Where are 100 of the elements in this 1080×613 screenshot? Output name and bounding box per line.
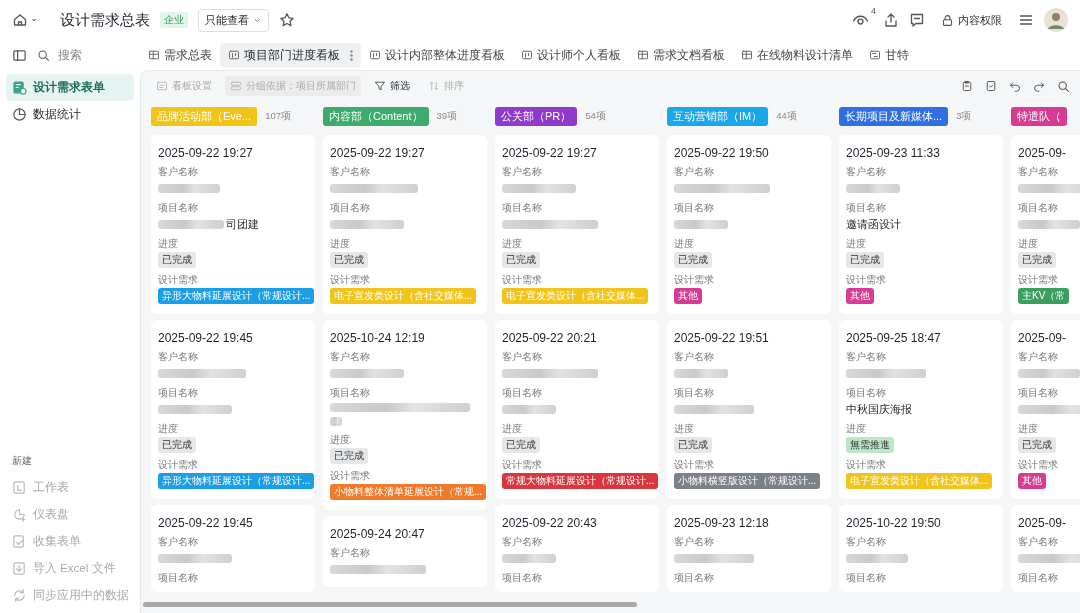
view-tab[interactable]: 项目部门进度看板 [220,43,361,67]
status-tag: 其他 [1018,473,1046,489]
timestamp: 2025-10-22 19:50 [846,515,942,532]
record-card[interactable]: 2025-09-24 20:47 客户名称 [323,516,487,587]
record-card[interactable]: 2025-09- 客户名称 项目名称 进度 已完成 设计需求 主KV（常 [1011,135,1080,314]
toolbar-button[interactable]: 筛选 [369,76,415,96]
record-card[interactable]: 2025-09-22 19:45 客户名称 项目名称 [151,505,315,592]
field-label: 进度 [502,422,523,435]
blurred-text [846,553,908,563]
status-tag: 已完成 [674,437,712,453]
document-title: 设计需求总表 [60,10,150,30]
record-card[interactable]: 2025-10-22 19:50 客户名称 项目名称 [839,505,1003,592]
status-tag: 已完成 [158,252,196,268]
status-tag: 常规大物料延展设计（常规设计... [502,473,659,489]
record-card[interactable]: 2025-09-22 19:27 客户名称 项目名称 进度 已完成 设计需求 电子宣发类设计（含社交媒体... [495,135,659,314]
sidebar-item[interactable]: 设计需求表单 [6,74,134,101]
permission-button[interactable]: 内容权限 [935,12,1008,28]
more-icon[interactable] [350,49,353,61]
star-icon [279,12,295,28]
field-label: 客户名称 [846,350,887,363]
blurred-text [158,219,224,229]
document-icon [985,80,997,92]
view-tab[interactable]: 在线物料设计清单 [733,43,861,67]
field-label: 进度 [158,422,179,435]
grid-icon [637,49,649,61]
timestamp: 2025-09-23 11:33 [846,145,941,162]
menu-icon [1018,12,1034,28]
sync-icon [12,588,27,603]
view-tab[interactable]: 需求总表 [140,43,220,67]
field-value: 邀请函设计 [846,216,901,232]
view-tab[interactable]: 设计师个人看板 [513,43,629,67]
field-label: 设计需求 [502,273,543,286]
field-label: 进度 [674,237,695,250]
field-label: 项目名称 [1018,386,1059,399]
status-tag: 电子宣发类设计（含社交媒体... [502,288,649,304]
field-label: 客户名称 [158,535,199,548]
sidebar-item[interactable]: 数据统计 [6,101,134,128]
field-label: 进度 [502,237,523,250]
field-label: 客户名称 [158,165,199,178]
record-card[interactable]: 2025-09-22 19:27 客户名称 项目名称 进度 已完成 设计需求 电子宣发类设计（含社交媒体... [323,135,487,314]
field-value: 司团建 [226,216,259,232]
field-label: 项目名称 [502,386,543,399]
search-field[interactable]: 搜索 [56,47,120,63]
field-label: 客户名称 [846,535,887,548]
status-tag: 已完成 [674,252,712,268]
field-label: 项目名称 [1018,201,1059,214]
field-label: 项目名称 [674,201,715,214]
record-card[interactable]: 2025-09- 客户名称 项目名称 [1011,505,1080,592]
record-card[interactable]: 2025-09-22 20:43 客户名称 项目名称 [495,505,659,592]
field-label: 进度 [330,433,351,446]
status-tag: 电子宣发类设计（含社交媒体... [846,473,993,489]
status-tag: 小物料整体清单延展设计（常规... [330,484,487,500]
record-card[interactable]: 2025-09-22 19:51 客户名称 项目名称 进度 已完成 设计需求 小物料横竖版设计（常规设计... [667,320,831,499]
settings-icon [156,80,168,92]
record-card[interactable]: 2025-09-23 11:33 客户名称 项目名称 邀请函设计 进度 已完成 设计需求 其他 [839,135,1003,314]
field-label: 进度 [330,237,351,250]
record-card[interactable]: 2025-10-24 12:19 客户名称 项目名称 进度 已完成 设计需求 小物料整体清单延展设计（常规... [323,320,487,510]
view-tab[interactable]: 设计内部整体进度看板 [361,43,513,67]
record-card[interactable]: 2025-09-25 18:47 客户名称 项目名称 中秋国庆海报 进度 無需推進 设计需求 电子宣发类设计（含社交媒体... [839,320,1003,499]
gantt-icon [869,49,881,61]
field-label: 客户名称 [330,165,371,178]
comment-icon [909,12,925,28]
field-label: 项目名称 [674,571,715,584]
view-tab[interactable]: 需求文档看板 [629,43,733,67]
record-card[interactable]: 2025-09-22 19:45 客户名称 项目名称 进度 已完成 设计需求 异形大物料延展设计（常规设计... [151,320,315,499]
field-label: 客户名称 [674,350,715,363]
record-card[interactable]: 2025-09- 客户名称 项目名称 进度 已完成 设计需求 其他 [1011,320,1080,499]
record-card[interactable]: 2025-09-22 19:27 客户名称 项目名称 司团建 进度 已完成 设计需求 异形大物料延展设计（常规设计... [151,135,315,314]
status-tag: 已完成 [1018,252,1056,268]
blurred-text [1018,368,1080,378]
field-value: 中秋国庆海报 [846,401,912,417]
group-icon [230,80,242,92]
view-tab[interactable]: 甘特 [861,43,917,67]
field-label: 项目名称 [158,571,199,584]
blurred-text [330,417,342,426]
view-mode-dropdown[interactable]: 只能查看 [198,8,269,32]
field-label: 设计需求 [1018,273,1059,286]
field-label: 客户名称 [502,350,543,363]
timestamp: 2025-09-22 19:45 [158,330,254,347]
group-tag: 特遣队（ [1011,106,1067,126]
record-card[interactable]: 2025-09-22 19:50 客户名称 项目名称 进度 已完成 设计需求 其他 [667,135,831,314]
field-label: 项目名称 [158,201,199,214]
record-card[interactable]: 2025-09-22 20:21 客户名称 项目名称 进度 已完成 设计需求 常规大物料延展设计（常规设计... [495,320,659,499]
record-card[interactable]: 2025-09-23 12:18 客户名称 项目名称 [667,505,831,592]
field-label: 进度 [674,422,695,435]
field-label: 进度 [846,237,867,250]
section-heading: 新建 [12,454,33,468]
undo-icon [1009,80,1021,92]
status-tag: 主KV（常 [1018,288,1070,304]
filter-icon [374,80,386,92]
blurred-text [158,183,220,193]
sidebar-toggle-icon [12,47,27,63]
dashboard-icon [12,507,27,522]
field-label: 客户名称 [1018,350,1059,363]
status-tag: 异形大物料延展设计（常规设计... [158,473,315,489]
caret-icon [30,16,38,24]
avatar[interactable] [1044,8,1068,32]
form-icon [12,534,27,549]
blurred-text [846,183,900,193]
field-label: 客户名称 [1018,165,1059,178]
